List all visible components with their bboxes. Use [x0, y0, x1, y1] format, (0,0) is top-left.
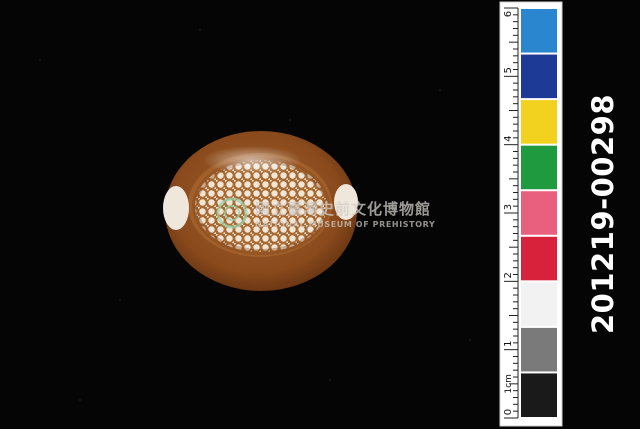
color-patch — [521, 54, 557, 99]
ruler-label: 0 — [503, 409, 514, 415]
color-patch — [521, 145, 557, 190]
color-patch — [521, 373, 557, 417]
watermark-chinese-text: 國立臺灣史前文化博物館 — [255, 200, 432, 218]
color-patch — [521, 282, 557, 326]
ruler-label: 5 — [503, 67, 514, 73]
specimen-id-label: 201219-00298 — [586, 94, 620, 334]
ruler-label: 3 — [503, 204, 514, 210]
color-patch — [521, 9, 557, 53]
watermark-english-text: NATIONAL MUSEUM OF PREHISTORY — [255, 220, 436, 229]
measurement-scale-bar: 0 1 2 3 4 5 6 1cm — [499, 1, 563, 427]
ruler-label: 1 — [503, 340, 514, 346]
color-patch — [521, 191, 557, 235]
color-patch — [521, 236, 557, 281]
ruler-label: 6 — [503, 11, 514, 17]
color-patch — [521, 327, 557, 372]
shell-left-edge — [163, 186, 189, 230]
color-patch — [521, 100, 557, 144]
ruler-label: 4 — [503, 135, 514, 141]
ruler-unit-label: 1cm — [504, 374, 514, 393]
ruler-label: 2 — [503, 272, 514, 278]
